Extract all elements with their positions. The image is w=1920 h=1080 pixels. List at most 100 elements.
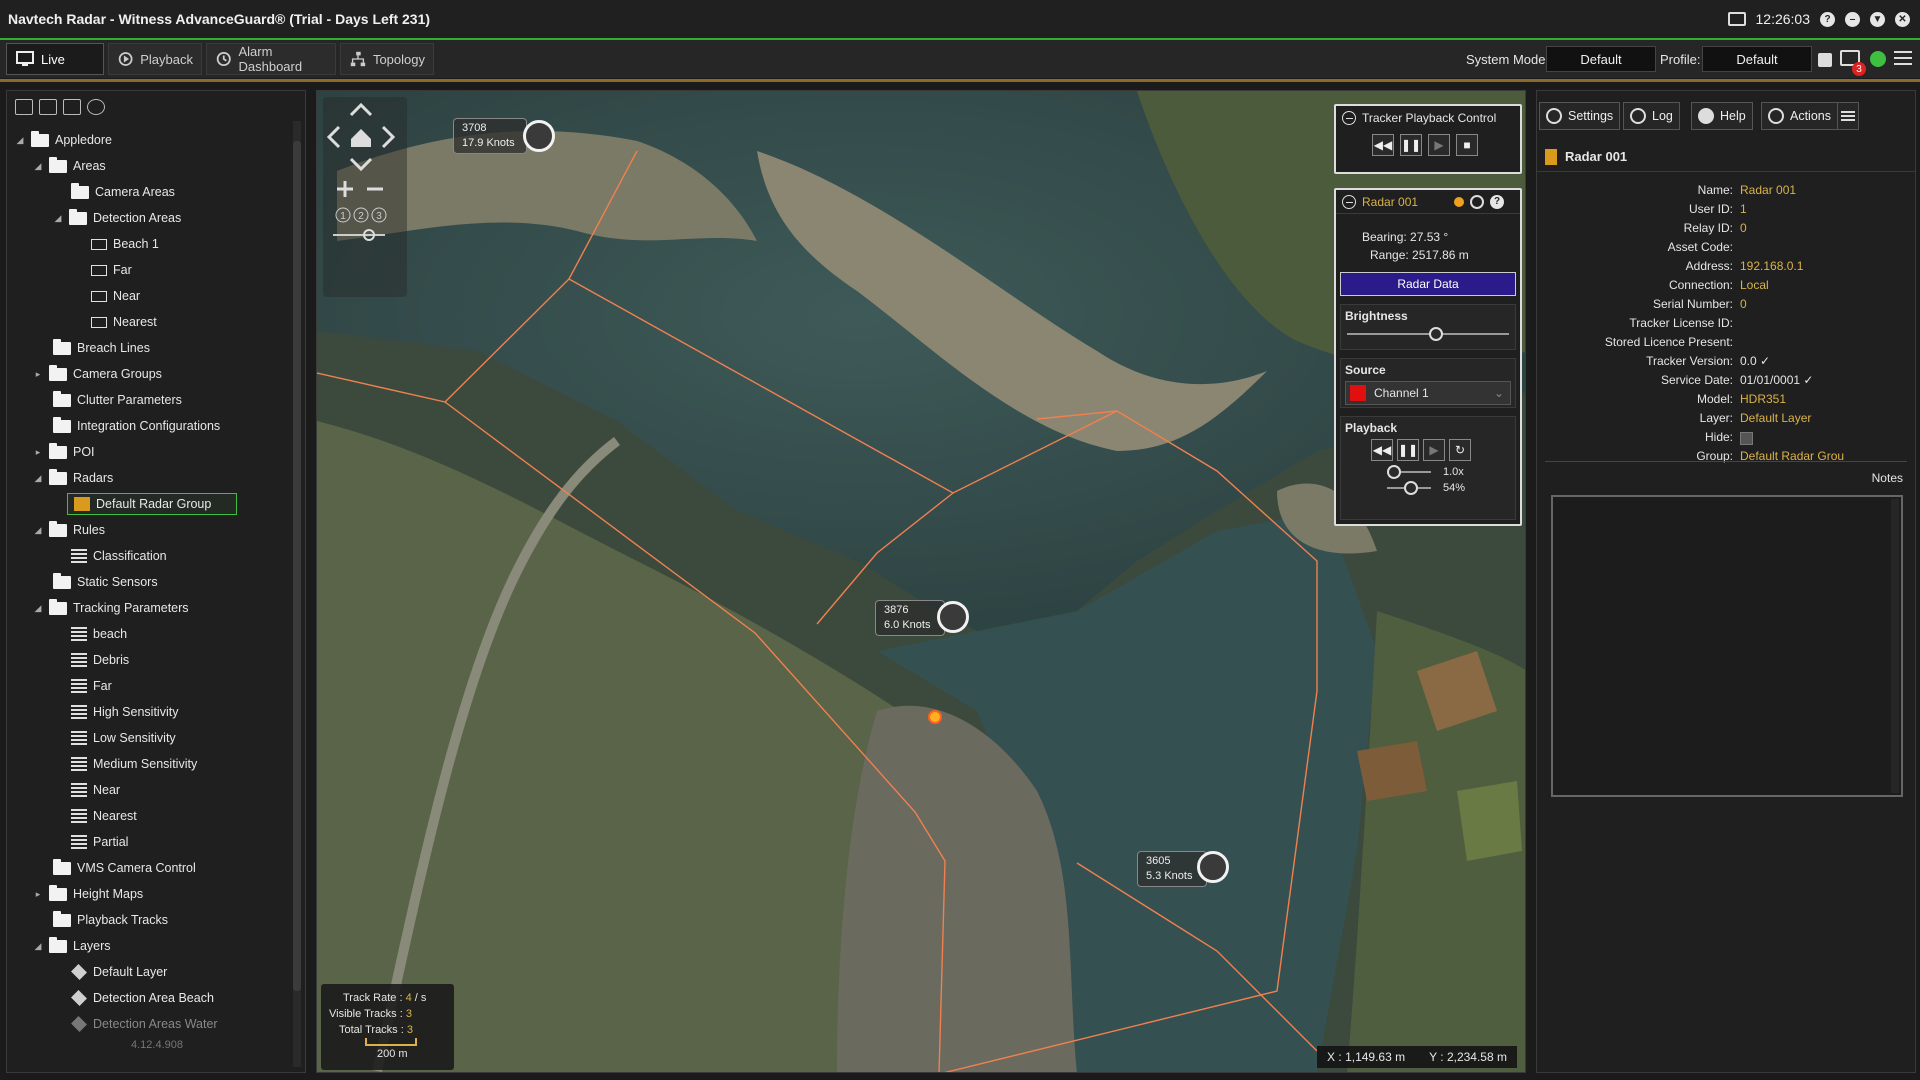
brightness-slider-knob[interactable]	[1429, 327, 1443, 341]
tree-scrollbar[interactable]	[293, 121, 301, 1067]
radar-data-button[interactable]: Radar Data	[1340, 272, 1516, 296]
loop-button[interactable]: ↻	[1449, 439, 1471, 461]
tree-node-camera-areas[interactable]: Camera Areas	[71, 181, 175, 203]
tree-node-detection-areas[interactable]: ◢ Detection Areas	[53, 207, 181, 229]
folder-icon	[49, 442, 67, 459]
tree-node-camera-groups[interactable]: ▸ Camera Groups	[33, 363, 162, 385]
brightness-slider[interactable]	[1341, 327, 1515, 341]
tree-node-default-radar-group[interactable]: Default Radar Group	[67, 493, 237, 515]
tree-node-classification[interactable]: Classification	[71, 545, 167, 567]
locate-icon[interactable]	[1470, 194, 1485, 209]
settings-gear-icon[interactable]	[1870, 51, 1886, 67]
range-value: 2517.86 m	[1412, 248, 1469, 262]
play-button[interactable]: ▶	[1428, 134, 1450, 156]
actions-button[interactable]: Actions	[1761, 102, 1838, 130]
track-label-3708[interactable]: 3708 17.9 Knots	[453, 118, 527, 154]
tree-node-nearest-area[interactable]: Nearest	[91, 311, 157, 333]
notes-scrollbar[interactable]	[1891, 499, 1899, 793]
pause-button[interactable]: ❚❚	[1397, 439, 1419, 461]
tree-node-default-layer[interactable]: Default Layer	[71, 961, 167, 983]
tree-node-tp-partial[interactable]: Partial	[71, 831, 128, 853]
minimize-icon[interactable]: –	[1845, 11, 1860, 27]
tree-node-playback-tracks[interactable]: Playback Tracks	[53, 909, 168, 931]
rewind-button[interactable]: ◀◀	[1371, 439, 1393, 461]
volume-slider[interactable]	[1381, 481, 1437, 495]
tree-node-tp-beach[interactable]: beach	[71, 623, 127, 645]
profile-select[interactable]: Default	[1702, 46, 1812, 72]
menu-icon[interactable]	[1894, 51, 1912, 65]
tab-topology[interactable]: Topology	[340, 43, 434, 75]
tab-live[interactable]: Live	[6, 43, 104, 75]
close-icon[interactable]: ✕	[1895, 11, 1910, 27]
new-item-icon[interactable]	[15, 99, 33, 115]
volume-slider-knob[interactable]	[1404, 481, 1418, 495]
hide-checkbox[interactable]	[1740, 432, 1753, 445]
tree-node-far-area[interactable]: Far	[91, 259, 132, 281]
boat-track-icon[interactable]	[1197, 851, 1229, 883]
tree-node-beach-1[interactable]: Beach 1	[91, 233, 159, 255]
tree-node-tp-debris[interactable]: Debris	[71, 649, 129, 671]
zoom-level-3[interactable]: 3	[376, 211, 382, 222]
lock-icon[interactable]	[1818, 53, 1832, 67]
tree-node-detection-area-beach[interactable]: Detection Area Beach	[71, 987, 214, 1009]
tree-node-tp-medium-sensitivity[interactable]: Medium Sensitivity	[71, 753, 197, 775]
disable-icon[interactable]	[87, 99, 105, 115]
rewind-button[interactable]: ◀◀	[1372, 134, 1394, 156]
delete-icon[interactable]	[63, 99, 81, 115]
property-key: Asset Code:	[1537, 240, 1733, 258]
property-key: Tracker Version:	[1537, 354, 1733, 372]
tree-node-tp-nearest[interactable]: Nearest	[71, 805, 137, 827]
tree-node-poi[interactable]: ▸ POI	[33, 441, 95, 463]
more-menu-button[interactable]	[1837, 102, 1859, 130]
restore-icon[interactable]: ▼	[1870, 11, 1885, 27]
help-button[interactable]: Help	[1691, 102, 1753, 130]
tree-node-breach-lines[interactable]: Breach Lines	[53, 337, 150, 359]
chevron-down-icon: ⌄	[1493, 386, 1504, 400]
tree-node-vms-camera-control[interactable]: VMS Camera Control	[53, 857, 196, 879]
tree-node-layers[interactable]: ◢ Layers	[33, 935, 111, 957]
tree-node-areas[interactable]: ◢ Areas	[33, 155, 106, 177]
tree-node-tracking-parameters[interactable]: ◢ Tracking Parameters	[33, 597, 189, 619]
tab-alarm-dashboard-label: Alarm Dashboard	[238, 44, 303, 74]
zoom-level-1[interactable]: 1	[340, 211, 346, 222]
help-icon[interactable]: ?	[1490, 194, 1505, 209]
tree-scrollbar-thumb[interactable]	[293, 141, 301, 991]
radar-location-marker[interactable]	[928, 710, 942, 724]
speed-slider[interactable]	[1381, 465, 1437, 479]
stop-button[interactable]: ■	[1456, 134, 1478, 156]
tree-node-tp-low-sensitivity[interactable]: Low Sensitivity	[71, 727, 176, 749]
tab-alarm-dashboard[interactable]: Alarm Dashboard	[206, 43, 336, 75]
tab-playback[interactable]: Playback	[108, 43, 202, 75]
new-folder-icon[interactable]	[39, 99, 57, 115]
tree-node-radars[interactable]: ◢ Radars	[33, 467, 113, 489]
track-label-3876[interactable]: 3876 6.0 Knots	[875, 600, 945, 636]
system-mode-select[interactable]: Default	[1546, 46, 1656, 72]
tree-node-integration-configurations[interactable]: Integration Configurations	[53, 415, 220, 437]
notes-textarea[interactable]	[1551, 495, 1903, 797]
log-button[interactable]: Log	[1623, 102, 1680, 130]
boat-track-icon[interactable]	[937, 601, 969, 633]
tree-node-tp-far[interactable]: Far	[71, 675, 112, 697]
collapse-icon[interactable]	[1342, 194, 1356, 209]
property-key-text: Asset Code:	[1667, 240, 1733, 254]
help-icon[interactable]: ?	[1820, 11, 1835, 27]
boat-track-icon[interactable]	[523, 120, 555, 152]
tree-node-detection-areas-water[interactable]: Detection Areas Water	[71, 1013, 218, 1035]
tree-node-clutter-parameters[interactable]: Clutter Parameters	[53, 389, 182, 411]
tree-node-appledore[interactable]: ◢ Appledore	[15, 129, 112, 151]
source-select[interactable]: Channel 1 ⌄	[1345, 381, 1511, 405]
settings-button[interactable]: Settings	[1539, 102, 1621, 130]
tree-node-near-area[interactable]: Near	[91, 285, 140, 307]
monitor-icon[interactable]	[1727, 12, 1746, 26]
tree-node-tp-near[interactable]: Near	[71, 779, 120, 801]
tree-node-static-sensors[interactable]: Static Sensors	[53, 571, 158, 593]
tree-node-tp-high-sensitivity[interactable]: High Sensitivity	[71, 701, 178, 723]
speed-value: 1.0x	[1443, 466, 1464, 478]
tree-node-rules[interactable]: ◢ Rules	[33, 519, 105, 541]
zoom-level-2[interactable]: 2	[358, 211, 364, 222]
pause-button[interactable]: ❚❚	[1400, 134, 1422, 156]
collapse-icon[interactable]	[1342, 111, 1356, 125]
tree-node-height-maps[interactable]: ▸ Height Maps	[33, 883, 143, 905]
speed-slider-knob[interactable]	[1387, 465, 1401, 479]
play-button[interactable]: ▶	[1423, 439, 1445, 461]
